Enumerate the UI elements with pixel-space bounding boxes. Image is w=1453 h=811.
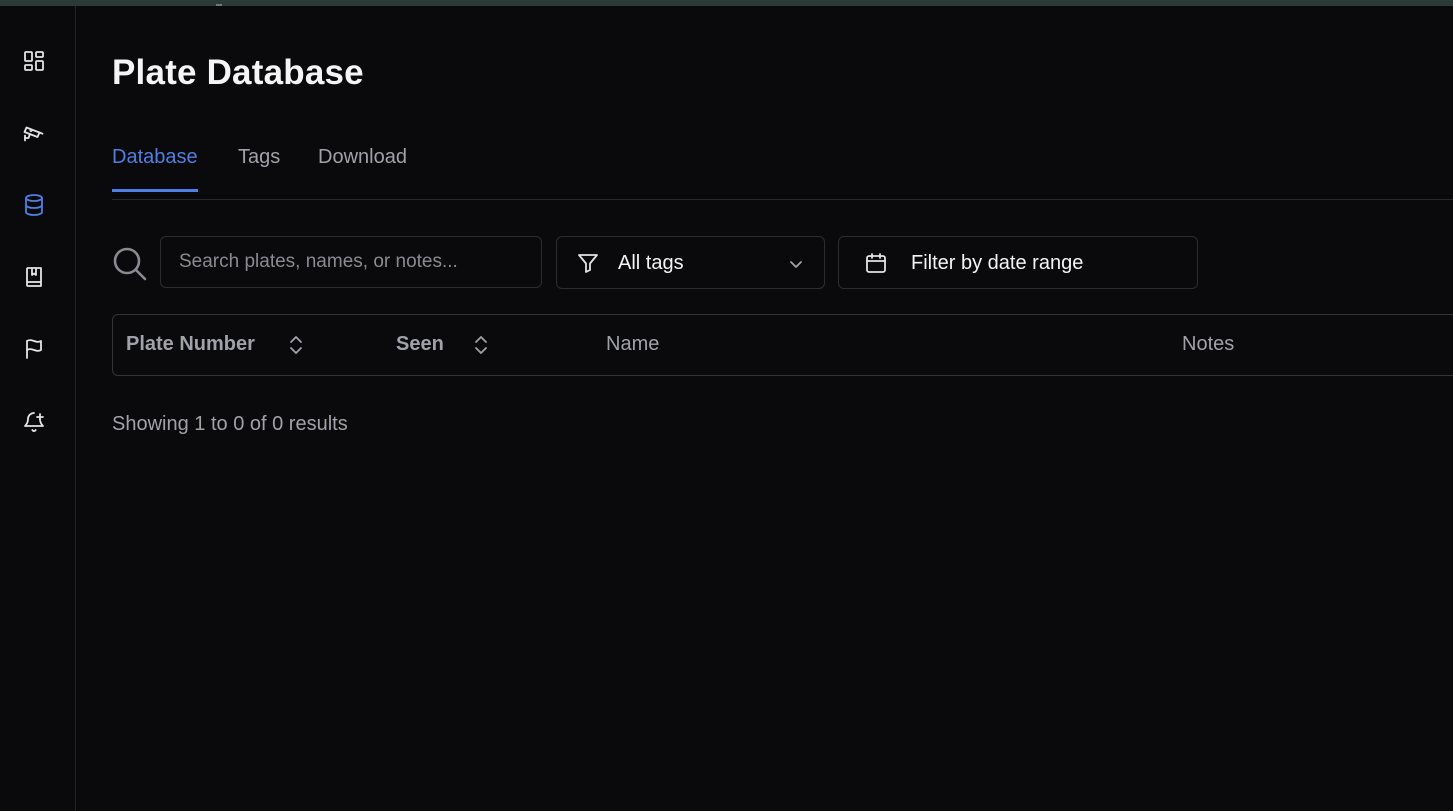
bell-plus-icon	[24, 412, 44, 432]
sort-icon[interactable]	[471, 334, 491, 356]
security-camera-icon	[23, 126, 44, 142]
search-icon	[113, 247, 147, 281]
tab-database[interactable]: Database	[112, 146, 198, 192]
database-icon	[25, 194, 43, 216]
tag-filter-select[interactable]: All tags	[556, 236, 825, 289]
sort-icon[interactable]	[286, 334, 306, 356]
filter-icon	[578, 254, 598, 273]
results-summary: Showing 1 to 0 of 0 results	[112, 413, 348, 435]
sidebar	[0, 6, 76, 811]
column-header-name: Name	[606, 333, 660, 355]
sidebar-item-database[interactable]	[18, 189, 50, 221]
dashboard-grid-icon	[24, 51, 44, 71]
sidebar-item-dashboard[interactable]	[18, 45, 50, 77]
sidebar-item-bookmarks[interactable]	[18, 261, 50, 293]
chevron-down-icon	[790, 261, 802, 268]
sidebar-item-cameras[interactable]	[18, 117, 50, 149]
search-input[interactable]	[160, 236, 542, 288]
tab-download[interactable]: Download	[318, 146, 407, 192]
column-header-notes: Notes	[1182, 333, 1235, 355]
tab-bar: Database Tags Download	[112, 134, 1453, 200]
tab-tags[interactable]: Tags	[238, 146, 280, 192]
sidebar-item-notifications[interactable]	[18, 405, 50, 437]
main-content: Plate Database Database Tags Download Al…	[112, 6, 1453, 811]
bookmark-book-icon	[26, 267, 42, 287]
plates-table: Plate Number Seen Name Notes	[112, 314, 1453, 376]
column-header-seen[interactable]: Seen	[396, 333, 444, 356]
column-header-plate-number[interactable]: Plate Number	[126, 333, 255, 356]
page-title: Plate Database	[112, 53, 364, 92]
date-range-button[interactable]: Filter by date range	[838, 236, 1198, 289]
tag-filter-value: All tags	[618, 252, 684, 274]
date-range-label: Filter by date range	[911, 252, 1084, 274]
sidebar-item-flags[interactable]	[18, 333, 50, 365]
flag-icon	[26, 339, 42, 359]
calendar-icon	[866, 253, 886, 273]
